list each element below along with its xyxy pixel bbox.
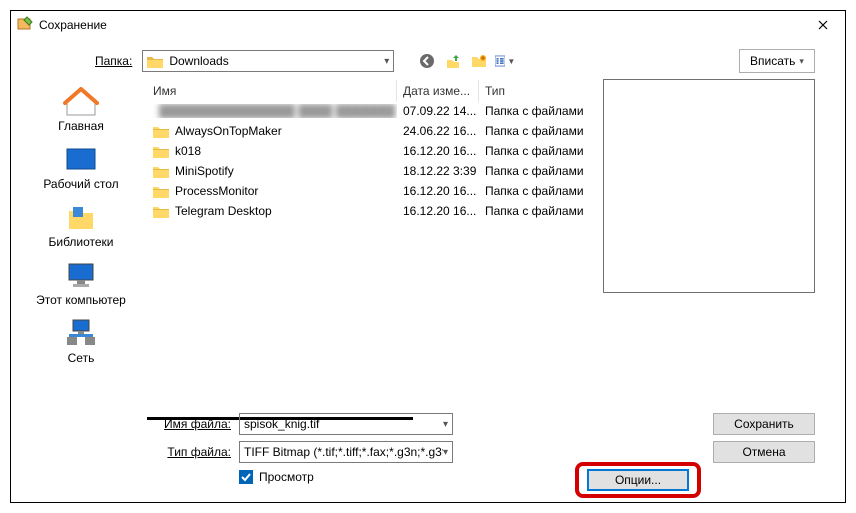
folder-select[interactable]: Downloads ▾: [142, 50, 394, 72]
preview-panel: [603, 79, 815, 293]
cancel-button[interactable]: Отмена: [713, 441, 815, 463]
filetype-select[interactable]: TIFF Bitmap (*.tif;*.tiff;*.fax;*.g3n;*.…: [239, 441, 453, 463]
preview-checkbox[interactable]: [239, 470, 253, 484]
filename-label: Имя файла:: [145, 417, 231, 431]
save-dialog: Сохранение Папка: Downloads ▾: [10, 10, 846, 503]
preview-label: Просмотр: [259, 470, 314, 484]
table-row[interactable]: ████████████████ ████ ███████07.09.22 14…: [147, 101, 603, 121]
new-folder-button[interactable]: [468, 50, 490, 72]
col-name[interactable]: Имя: [147, 80, 397, 102]
bottom-form: Имя файла: spisok_knig.tif ▾ Сохранить Т…: [145, 412, 815, 494]
filename-input[interactable]: spisok_knig.tif ▾: [239, 413, 453, 435]
col-type[interactable]: Тип: [479, 80, 589, 102]
window-title: Сохранение: [39, 18, 107, 32]
nav-toolbar: ▼: [416, 50, 516, 72]
back-button[interactable]: [416, 50, 438, 72]
close-button[interactable]: [801, 11, 845, 39]
filetype-label: Тип файла:: [145, 445, 231, 459]
view-menu-button[interactable]: ▼: [494, 50, 516, 72]
save-button[interactable]: Сохранить: [713, 413, 815, 435]
column-headers: Имя Дата изме... Тип: [147, 79, 603, 101]
titlebar: Сохранение: [11, 11, 845, 39]
place-libraries[interactable]: Библиотеки: [31, 199, 131, 253]
col-date[interactable]: Дата изме...: [397, 80, 479, 102]
libraries-icon: [63, 203, 99, 233]
chevron-down-icon: ▾: [443, 419, 448, 430]
app-icon: [17, 16, 33, 35]
home-icon: [63, 87, 99, 117]
folder-name: Downloads: [169, 54, 228, 68]
folder-label: Папка:: [95, 54, 132, 68]
fit-button[interactable]: Вписать ▾: [739, 49, 815, 73]
chevron-down-icon: ▾: [443, 447, 448, 458]
place-desktop[interactable]: Рабочий стол: [31, 141, 131, 195]
options-button[interactable]: Опции...: [587, 469, 689, 491]
computer-icon: [63, 261, 99, 291]
table-row[interactable]: k01816.12.20 16...Папка с файлами: [147, 141, 603, 161]
place-computer[interactable]: Этот компьютер: [31, 257, 131, 311]
chevron-down-icon: ▾: [799, 56, 804, 67]
network-icon: [63, 319, 99, 349]
up-button[interactable]: [442, 50, 464, 72]
table-row[interactable]: Telegram Desktop16.12.20 16...Папка с фа…: [147, 201, 603, 221]
content: Папка: Downloads ▾ ▼: [21, 49, 835, 494]
place-network[interactable]: Сеть: [31, 315, 131, 369]
place-home[interactable]: Главная: [31, 83, 131, 137]
location-row: Папка: Downloads ▾ ▼: [95, 49, 835, 73]
file-list: Имя Дата изме... Тип ████████████████ ██…: [147, 79, 603, 410]
chevron-down-icon: ▾: [384, 56, 389, 67]
places-bar: Главная Рабочий стол Библиотеки: [21, 79, 141, 410]
table-row[interactable]: AlwaysOnTopMaker24.06.22 16...Папка с фа…: [147, 121, 603, 141]
options-highlight: Опции...: [575, 462, 701, 498]
desktop-icon: [63, 145, 99, 175]
table-row[interactable]: ProcessMonitor16.12.20 16...Папка с файл…: [147, 181, 603, 201]
chevron-down-icon: ▼: [507, 57, 515, 66]
table-row[interactable]: MiniSpotify18.12.22 3:39Папка с файлами: [147, 161, 603, 181]
file-rows: ████████████████ ████ ███████07.09.22 14…: [147, 101, 603, 221]
